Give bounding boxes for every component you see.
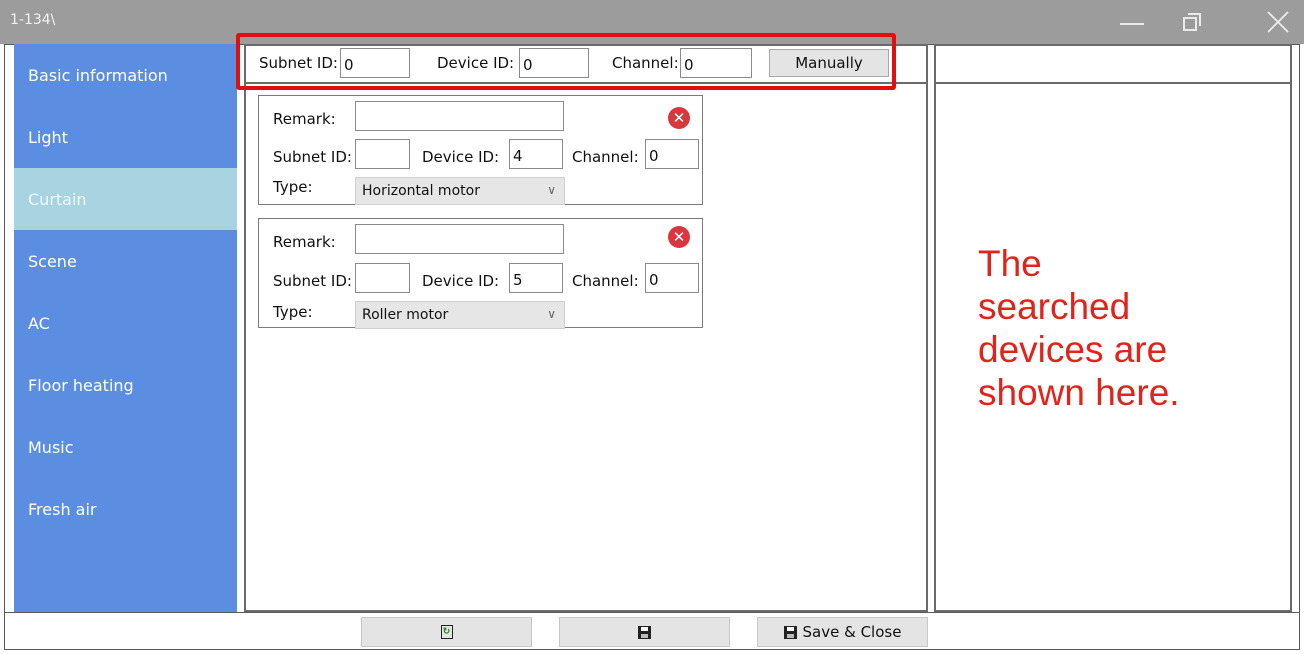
channel-label: Channel: xyxy=(572,148,639,166)
save-close-button[interactable]: Save & Close xyxy=(757,617,928,647)
channel-label: Channel: xyxy=(572,272,639,290)
motor-type-select[interactable]: Roller motor ∨ xyxy=(355,301,565,329)
sidebar-item-basic-information[interactable]: Basic information xyxy=(14,44,237,106)
sidebar-item-fresh-air[interactable]: Fresh air xyxy=(14,478,237,540)
annotation-line: shown here. xyxy=(978,371,1180,413)
annotation-line: searched xyxy=(978,285,1131,327)
save-icon xyxy=(638,625,651,639)
subnet-id-label: Subnet ID: xyxy=(273,148,352,166)
subnet-id-input[interactable] xyxy=(355,263,410,293)
sidebar-item-scene[interactable]: Scene xyxy=(14,230,237,292)
sidebar-item-label: Fresh air xyxy=(28,499,97,519)
sidebar-item-music[interactable]: Music xyxy=(14,416,237,478)
remark-label: Remark: xyxy=(273,110,336,128)
type-label: Type: xyxy=(273,303,313,321)
maximize-button[interactable] xyxy=(1172,6,1212,38)
motor-type-select[interactable]: Horizontal motor ∨ xyxy=(355,177,565,205)
window-title: 1-134\ xyxy=(10,12,56,28)
close-window-button[interactable] xyxy=(1258,6,1298,38)
subnet-id-input[interactable] xyxy=(355,139,410,169)
restore-icon xyxy=(1183,13,1201,31)
refresh-icon: ↻ xyxy=(440,625,453,639)
annotation-text: The searched devices are shown here. xyxy=(978,243,1180,415)
manual-input-highlight xyxy=(236,33,896,90)
device-id-input[interactable] xyxy=(509,139,563,169)
sidebar: Basic information Light Curtain Scene AC… xyxy=(14,44,237,612)
sidebar-item-curtain[interactable]: Curtain xyxy=(14,168,237,230)
remove-device-icon[interactable]: ✕ xyxy=(668,107,690,129)
annotation-line: devices are xyxy=(978,328,1168,370)
close-icon xyxy=(1267,11,1289,33)
sidebar-item-light[interactable]: Light xyxy=(14,106,237,168)
device-id-input[interactable] xyxy=(509,263,563,293)
save-close-label: Save & Close xyxy=(802,623,902,641)
sidebar-item-label: AC xyxy=(28,313,50,333)
sidebar-item-label: Curtain xyxy=(28,189,87,209)
subnet-id-label: Subnet ID: xyxy=(273,272,352,290)
sidebar-item-label: Light xyxy=(28,127,68,147)
device-id-label: Device ID: xyxy=(422,148,500,166)
sidebar-item-label: Music xyxy=(28,437,74,457)
sidebar-item-label: Floor heating xyxy=(28,375,134,395)
motor-type-value: Roller motor xyxy=(362,307,449,323)
minimize-button[interactable] xyxy=(1112,6,1152,38)
remark-input[interactable] xyxy=(355,101,564,131)
device-id-label: Device ID: xyxy=(422,272,500,290)
refresh-button[interactable]: ↻ xyxy=(361,617,532,647)
remark-label: Remark: xyxy=(273,233,336,251)
footer-divider xyxy=(4,612,1300,613)
remark-input[interactable] xyxy=(355,224,564,254)
save-button[interactable] xyxy=(559,617,730,647)
remove-device-icon[interactable]: ✕ xyxy=(668,226,690,248)
sidebar-item-ac[interactable]: AC xyxy=(14,292,237,354)
sidebar-item-floor-heating[interactable]: Floor heating xyxy=(14,354,237,416)
sidebar-item-label: Basic information xyxy=(28,65,168,85)
chevron-down-icon: ∨ xyxy=(547,183,556,197)
chevron-down-icon: ∨ xyxy=(547,307,556,321)
sidebar-item-label: Scene xyxy=(28,251,77,271)
channel-input[interactable] xyxy=(645,139,699,169)
save-icon xyxy=(783,625,797,639)
annotation-line: The xyxy=(978,243,1042,284)
divider xyxy=(936,82,1290,84)
minimize-icon xyxy=(1120,23,1144,25)
channel-input[interactable] xyxy=(645,263,699,293)
type-label: Type: xyxy=(273,178,313,196)
motor-type-value: Horizontal motor xyxy=(362,183,480,199)
